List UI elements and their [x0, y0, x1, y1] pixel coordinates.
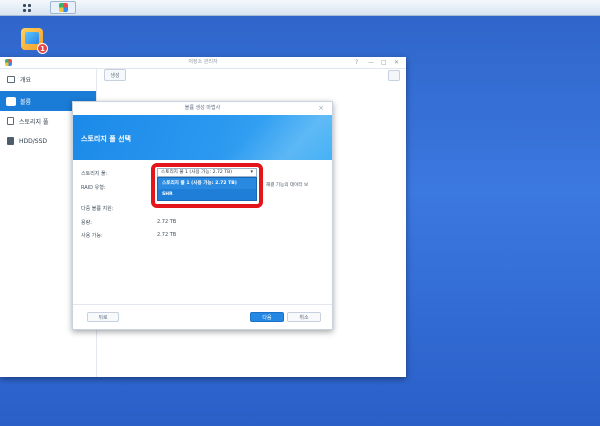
- dialog-titlebar[interactable]: 볼륨 생성 마법사 ×: [73, 102, 332, 115]
- dialog-footer: 뒤로 다음 취소: [73, 304, 332, 329]
- view-toggle-icon[interactable]: [388, 70, 400, 81]
- dialog-title: 볼륨 생성 마법사: [184, 105, 221, 111]
- close-icon[interactable]: ×: [318, 102, 324, 115]
- notification-badge: 1: [37, 43, 48, 54]
- cancel-button[interactable]: 취소: [287, 312, 321, 322]
- close-icon[interactable]: ✕: [394, 57, 399, 68]
- window-titlebar[interactable]: 저장소 관리자 ? — □ ✕: [0, 57, 406, 69]
- main-toolbar: 생성: [104, 69, 126, 81]
- dialog-banner: 스토리지 풀 선택: [73, 115, 332, 160]
- raid-type-label: RAID 유형:: [81, 185, 106, 191]
- create-button[interactable]: 생성: [104, 69, 126, 81]
- available-value: 2.72 TB: [157, 232, 177, 238]
- step-heading: 스토리지 풀 선택: [81, 135, 131, 143]
- maximize-icon[interactable]: □: [381, 57, 387, 68]
- storage-manager-icon: [58, 3, 68, 12]
- side-note: × 재결 기능의 데이터 보: [259, 183, 309, 188]
- capacity-value: 2.72 TB: [157, 219, 177, 225]
- volume-icon: [7, 97, 15, 105]
- multi-volume-label: 다중 볼륨 지원:: [81, 206, 114, 212]
- next-button[interactable]: 다음: [250, 312, 284, 322]
- pool-label: 스토리지 풀:: [81, 171, 108, 177]
- taskbar-storage-manager-button[interactable]: [50, 1, 76, 14]
- package-center-desktop-icon[interactable]: 1: [18, 24, 48, 54]
- minimize-icon[interactable]: —: [368, 57, 374, 68]
- overview-icon: [7, 75, 15, 83]
- app-logo-icon: [5, 59, 12, 66]
- hdd-icon: [7, 137, 14, 145]
- volume-creation-wizard: 볼륨 생성 마법사 × 스토리지 풀 선택 스토리지 풀: 스토리지 풀 1 (…: [72, 101, 333, 330]
- available-label: 사용 가능:: [81, 233, 103, 239]
- help-icon[interactable]: ?: [355, 57, 358, 68]
- capacity-label: 용량:: [81, 220, 92, 226]
- grid-icon: [23, 3, 31, 12]
- back-button[interactable]: 뒤로: [87, 312, 119, 322]
- taskbar: [0, 0, 600, 16]
- sidebar-item-overview[interactable]: 개요: [0, 69, 96, 89]
- window-title: 저장소 관리자: [188, 59, 218, 65]
- storage-pool-icon: [7, 117, 14, 125]
- highlight-frame: [151, 163, 263, 208]
- main-menu-button[interactable]: [14, 1, 40, 14]
